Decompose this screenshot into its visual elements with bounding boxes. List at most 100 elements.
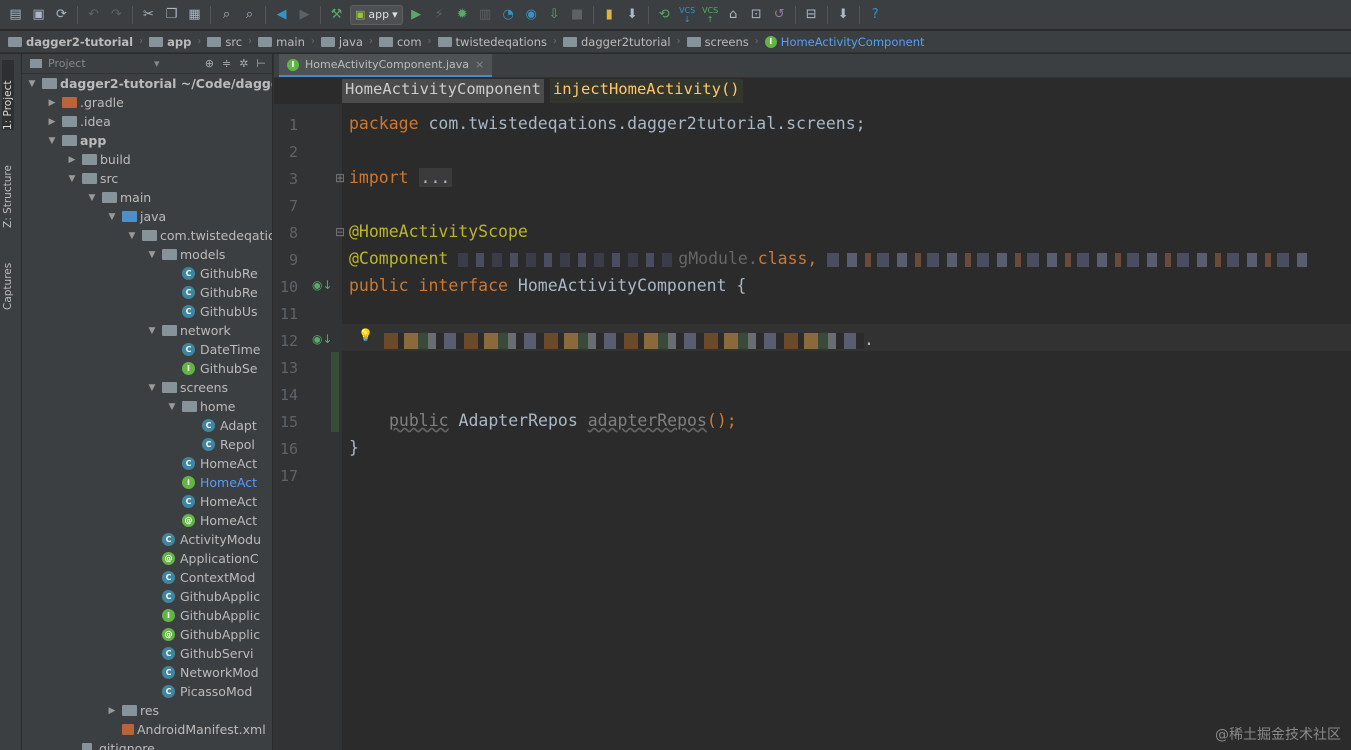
breadcrumb-item[interactable]: src	[207, 35, 242, 49]
stop-icon[interactable]: ■	[568, 5, 587, 24]
tab-structure[interactable]: Z: Structure	[2, 148, 14, 228]
avd-manager-icon[interactable]: ▮	[600, 5, 619, 24]
structure-icon[interactable]: ⬇	[834, 5, 853, 24]
tree-item[interactable]: ▼ app	[46, 131, 107, 150]
tree-item[interactable]: C Adapt	[186, 416, 257, 435]
tree-item[interactable]: .gitignore	[66, 739, 155, 750]
lightbulb-icon[interactable]: 💡	[358, 328, 373, 342]
expand-arrow-icon[interactable]: ▼	[146, 326, 158, 336]
undo-icon[interactable]: ↶	[84, 5, 103, 24]
expand-arrow-icon[interactable]: ▼	[46, 136, 58, 146]
project-view-selector[interactable]: Project	[48, 57, 86, 70]
expand-arrow-icon[interactable]: ▼	[146, 383, 158, 393]
breadcrumb-item[interactable]: screens	[686, 35, 749, 49]
revert-icon[interactable]: ↺	[770, 5, 789, 24]
replace-icon[interactable]: ⌕	[240, 5, 259, 24]
tree-item[interactable]: I GithubSe	[166, 359, 257, 378]
debug-icon[interactable]: ✹	[453, 5, 472, 24]
expand-arrow-icon[interactable]: ▶	[46, 117, 58, 127]
cut-icon[interactable]: ✂	[139, 5, 158, 24]
code-line[interactable]: package com.twistedeqations.dagger2tutor…	[349, 114, 866, 133]
tree-item[interactable]: C GithubRe	[166, 264, 258, 283]
tree-item[interactable]: ▼ screens	[146, 378, 229, 397]
code-line[interactable]: import ...	[349, 168, 453, 187]
scroll-from-source-icon[interactable]: ⊕	[205, 57, 214, 70]
tree-item[interactable]: C GithubRe	[166, 283, 258, 302]
breadcrumb-item[interactable]: com	[378, 35, 422, 49]
expand-arrow-icon[interactable]: ▼	[126, 231, 138, 241]
expand-arrow-icon[interactable]: ▼	[26, 79, 38, 89]
tree-item[interactable]: C NetworkMod	[146, 663, 259, 682]
tab-captures[interactable]: Captures	[2, 246, 14, 310]
tree-item[interactable]: C GithubUs	[166, 302, 258, 321]
editor-tab[interactable]: I HomeActivityComponent.java ×	[279, 54, 493, 77]
code-line[interactable]: @Component gModule.class,	[349, 249, 1308, 268]
vcs-commit-icon[interactable]: VCS ↑	[701, 5, 720, 24]
folded-imports[interactable]: ...	[418, 168, 453, 187]
tree-item[interactable]: ▼ home	[166, 397, 236, 416]
copy-icon[interactable]: ❐	[162, 5, 181, 24]
profile-icon[interactable]: ▥	[476, 5, 495, 24]
vcs-update-icon[interactable]: VCS ↓	[678, 5, 697, 24]
sync-icon[interactable]: ⟳	[52, 5, 71, 24]
tree-item[interactable]: AndroidManifest.xml	[106, 720, 266, 739]
tree-item[interactable]: ▶ build	[66, 150, 131, 169]
expand-arrow-icon[interactable]: ▶	[66, 155, 78, 165]
tree-item[interactable]: C GithubApplic	[146, 587, 260, 606]
breadcrumb-item[interactable]: main	[258, 35, 305, 49]
paste-icon[interactable]: ▦	[185, 5, 204, 24]
tree-item[interactable]: C PicassoMod	[146, 682, 252, 701]
tree-item[interactable]: ▼ models	[146, 245, 226, 264]
tree-item[interactable]: @ GithubApplic	[146, 625, 260, 644]
tree-item[interactable]: C HomeAct	[166, 492, 257, 511]
tree-item[interactable]: ▼ com.twistedeqatic	[126, 226, 272, 245]
tree-item[interactable]: ▶ res	[106, 701, 160, 720]
sdk-download-icon[interactable]: ⇩	[545, 5, 564, 24]
chevron-down-icon[interactable]: ▾	[154, 57, 160, 70]
redo-icon[interactable]: ↷	[107, 5, 126, 24]
tree-item[interactable]: ▼ network	[146, 321, 231, 340]
code-line[interactable]: public AdapterRepos adapterRepos();	[389, 411, 737, 430]
tree-item[interactable]: I GithubApplic	[146, 606, 260, 625]
back-icon[interactable]: ◀	[272, 5, 291, 24]
code-line[interactable]: public interface HomeActivityComponent {	[349, 276, 746, 295]
attach-debugger-icon[interactable]: ◔	[499, 5, 518, 24]
tree-item[interactable]: C ContextMod	[146, 568, 255, 587]
run-config-dropdown[interactable]: ▣ app ▾	[350, 4, 403, 25]
save-icon[interactable]: ▣	[29, 5, 48, 24]
breadcrumb-item[interactable]: dagger2-tutorial	[8, 35, 133, 49]
breadcrumb-item[interactable]: twistedeqations	[437, 35, 547, 49]
code-line[interactable]: }	[349, 438, 359, 457]
find-icon[interactable]: ⌕	[217, 5, 236, 24]
sdk-manager-icon[interactable]: ⬇	[623, 5, 642, 24]
vcs-history-icon[interactable]: ⌂	[724, 5, 743, 24]
nav-method[interactable]: injectHomeActivity()	[549, 79, 743, 103]
gear-icon[interactable]: ✲	[239, 57, 248, 70]
breadcrumb-item[interactable]: java	[320, 35, 363, 49]
tree-item[interactable]: ▼ src	[66, 169, 119, 188]
tree-item[interactable]: ▶ .idea	[46, 112, 111, 131]
tab-project[interactable]: 1: Project	[2, 60, 14, 130]
device-monitor-icon[interactable]: ⊟	[802, 5, 821, 24]
breadcrumb-item[interactable]: I HomeActivityComponent	[764, 35, 925, 49]
tree-item[interactable]: C Repol	[186, 435, 255, 454]
tree-item[interactable]: C HomeAct	[166, 454, 257, 473]
tree-item[interactable]: C ActivityModu	[146, 530, 261, 549]
tree-item[interactable]: I HomeAct	[166, 473, 257, 492]
vcs-compare-icon[interactable]: ⊡	[747, 5, 766, 24]
tree-item[interactable]: ▶ .gradle	[46, 93, 124, 112]
expand-arrow-icon[interactable]: ▼	[106, 212, 118, 222]
tree-item[interactable]: ▼ java	[106, 207, 167, 226]
implemented-marker-icon[interactable]: ◉↓	[312, 278, 333, 292]
implemented-marker-icon[interactable]: ◉↓	[312, 332, 333, 346]
firebase-icon[interactable]: ◉	[522, 5, 541, 24]
expand-arrow-icon[interactable]: ▶	[46, 98, 58, 108]
sync-gradle-icon[interactable]: ⟲	[655, 5, 674, 24]
expand-arrow-icon[interactable]: ▼	[66, 174, 78, 184]
hide-icon[interactable]: ⊢	[256, 57, 266, 70]
fold-marker-icon[interactable]: ⊞	[335, 171, 345, 185]
close-icon[interactable]: ×	[475, 58, 484, 71]
make-project-icon[interactable]: ⚒	[327, 5, 346, 24]
tree-item[interactable]: @ HomeAct	[166, 511, 257, 530]
collapse-all-icon[interactable]: ≑	[222, 57, 231, 70]
